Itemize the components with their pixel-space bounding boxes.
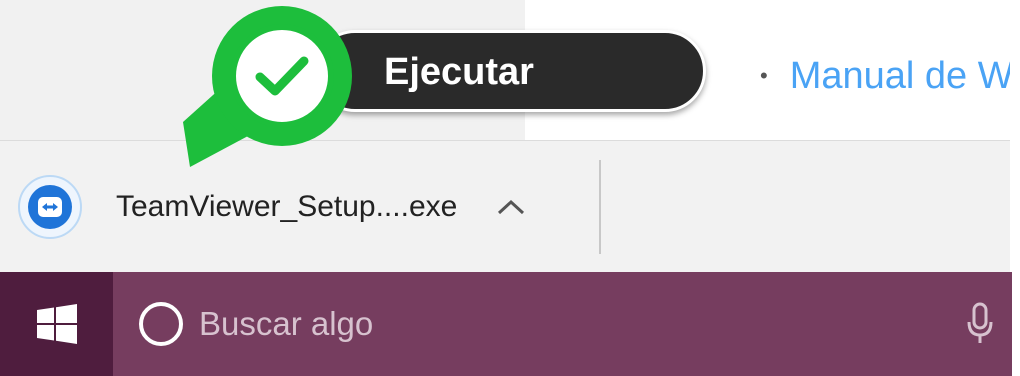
chevron-up-icon[interactable] (491, 187, 531, 227)
taskbar: Buscar algo (0, 272, 1012, 376)
start-button[interactable] (0, 272, 113, 376)
microphone-icon[interactable] (966, 302, 994, 346)
search-placeholder: Buscar algo (199, 305, 374, 342)
download-bar-divider (599, 160, 601, 254)
run-callout-label: Ejecutar (384, 51, 534, 93)
cortana-ring-icon (139, 302, 183, 346)
manual-link[interactable]: Manual de W (790, 55, 1014, 98)
bullet-icon: • (760, 63, 768, 88)
manual-link-item[interactable]: • Manual de W (760, 52, 1014, 100)
download-file-name: TeamViewer_Setup....exe (116, 190, 458, 223)
taskbar-search-box[interactable]: Buscar algo (113, 272, 1012, 376)
windows-logo-icon (36, 304, 77, 344)
checkmark-icon (230, 24, 334, 128)
